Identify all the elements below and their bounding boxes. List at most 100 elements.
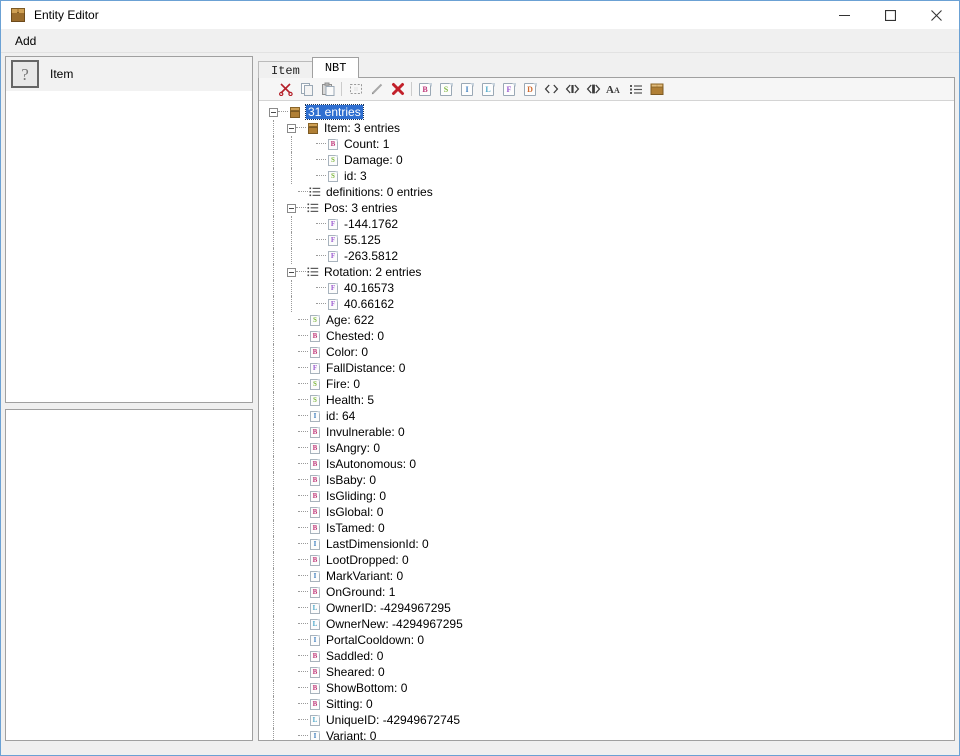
add-longarray-button[interactable] <box>583 79 604 99</box>
tree-node[interactable]: Item: 3 entries <box>259 120 954 136</box>
tree-connector <box>298 319 308 321</box>
tree-node[interactable]: Sid: 3 <box>259 168 954 184</box>
cut-button[interactable] <box>275 79 296 99</box>
tree-connector <box>298 671 308 673</box>
tree-guide-line <box>273 392 275 408</box>
copy-button[interactable] <box>296 79 317 99</box>
tree-node[interactable]: B OnGround: 1 <box>259 584 954 600</box>
pencil-icon <box>370 82 384 96</box>
edit-button[interactable] <box>366 79 387 99</box>
entity-label: Item <box>50 67 74 81</box>
tree-node[interactable]: B IsGlobal: 0 <box>259 504 954 520</box>
tree-node[interactable]: B Color: 0 <box>259 344 954 360</box>
tree-node[interactable]: F FallDistance: 0 <box>259 360 954 376</box>
properties-panel[interactable] <box>5 409 253 741</box>
entity-list[interactable]: ? Item <box>5 56 253 403</box>
tree-connector <box>296 207 306 209</box>
add-long-button[interactable]: L <box>478 79 499 99</box>
add-byte-button[interactable]: B <box>415 79 436 99</box>
tree-node[interactable]: I PortalCooldown: 0 <box>259 632 954 648</box>
tree-connector <box>298 687 308 689</box>
tree-node-label: Chested: 0 <box>326 329 385 343</box>
tree-node[interactable]: B Sitting: 0 <box>259 696 954 712</box>
maximize-button[interactable] <box>867 1 913 29</box>
tree-node[interactable]: I LastDimensionId: 0 <box>259 536 954 552</box>
tree-collapse-toggle[interactable] <box>287 267 296 277</box>
tree-connector <box>298 367 308 369</box>
tree-node-label: PortalCooldown: 0 <box>326 633 425 647</box>
tree-node[interactable]: I Variant: 0 <box>259 728 954 740</box>
tag-b-icon: B <box>309 682 321 695</box>
tree-connector <box>298 575 308 577</box>
tree-node[interactable]: B IsTamed: 0 <box>259 520 954 536</box>
tree-collapse-toggle[interactable] <box>269 107 278 117</box>
tree-node[interactable]: F -144.1762 <box>259 216 954 232</box>
tree-node[interactable]: F 55.125 <box>259 232 954 248</box>
tree-node[interactable]: B IsAutonomous: 0 <box>259 456 954 472</box>
tree-node-label: 40.66162 <box>344 297 395 311</box>
tree-guide-line <box>273 648 275 664</box>
list-item[interactable]: ? Item <box>6 57 252 91</box>
add-int-button[interactable]: I <box>457 79 478 99</box>
tree-node[interactable]: L OwnerNew: -4294967295 <box>259 616 954 632</box>
add-list-button[interactable] <box>625 79 646 99</box>
add-string-button[interactable]: AA <box>604 79 625 99</box>
tree-node[interactable]: Pos: 3 entries <box>259 200 954 216</box>
tag-i-icon: I <box>309 410 321 423</box>
paste-icon <box>321 82 335 96</box>
tree-node[interactable]: definitions: 0 entries <box>259 184 954 200</box>
tree-node[interactable]: Rotation: 2 entries <box>259 264 954 280</box>
tree-node[interactable]: B ShowBottom: 0 <box>259 680 954 696</box>
tag-l-icon: L <box>309 602 321 615</box>
doc-b-icon: B <box>419 82 432 96</box>
tree-node[interactable]: B LootDropped: 0 <box>259 552 954 568</box>
tree-node[interactable]: I MarkVariant: 0 <box>259 568 954 584</box>
delete-button[interactable] <box>387 79 408 99</box>
tree-node[interactable]: S Damage: 0 <box>259 152 954 168</box>
add-double-button[interactable]: D <box>520 79 541 99</box>
tree-node[interactable]: F 40.66162 <box>259 296 954 312</box>
tree-connector <box>278 111 288 113</box>
tree-node[interactable]: F 40.16573 <box>259 280 954 296</box>
add-short-button[interactable]: S <box>436 79 457 99</box>
minimize-button[interactable] <box>821 1 867 29</box>
tree-node[interactable]: B IsBaby: 0 <box>259 472 954 488</box>
add-bytearray-button[interactable] <box>541 79 562 99</box>
tab-nbt[interactable]: NBT <box>311 57 360 78</box>
add-compound-button[interactable] <box>646 79 667 99</box>
tree-node[interactable]: L OwnerID: -4294967295 <box>259 600 954 616</box>
close-button[interactable] <box>913 1 959 29</box>
tree-node[interactable]: B Sheared: 0 <box>259 664 954 680</box>
tree-node[interactable]: B Chested: 0 <box>259 328 954 344</box>
tree-node-label: Variant: 0 <box>326 729 377 740</box>
tree-node[interactable]: 31 entries <box>259 104 954 120</box>
tree-collapse-toggle[interactable] <box>287 123 296 133</box>
tree-node[interactable]: L UniqueID: -42949672745 <box>259 712 954 728</box>
tree-node[interactable]: S Health: 5 <box>259 392 954 408</box>
tree-guide-line <box>273 664 275 680</box>
tree-collapse-toggle[interactable] <box>287 203 296 213</box>
tree-connector <box>298 639 308 641</box>
tree-node[interactable]: B IsGliding: 0 <box>259 488 954 504</box>
menu-add[interactable]: Add <box>6 32 45 50</box>
tree-node[interactable]: B IsAngry: 0 <box>259 440 954 456</box>
tree-node[interactable]: S Fire: 0 <box>259 376 954 392</box>
tree-guide-line <box>273 232 275 248</box>
tree-guide-line <box>273 248 275 264</box>
tab-item[interactable]: Item <box>258 61 313 78</box>
paste-button[interactable] <box>317 79 338 99</box>
add-float-button[interactable]: F <box>499 79 520 99</box>
tree-node[interactable]: Iid: 64 <box>259 408 954 424</box>
tree-node[interactable]: F -263.5812 <box>259 248 954 264</box>
tree-node[interactable]: B Invulnerable: 0 <box>259 424 954 440</box>
tree-guide-line <box>273 616 275 632</box>
nbt-tree[interactable]: 31 entries Item: 3 entries B Count: 1 S Damag… <box>259 101 954 740</box>
tree-node[interactable]: B Count: 1 <box>259 136 954 152</box>
tree-node[interactable]: S Age: 622 <box>259 312 954 328</box>
question-mark-thumb-icon: ? <box>11 60 39 88</box>
tree-connector <box>316 303 326 305</box>
add-intarray-button[interactable] <box>562 79 583 99</box>
tree-node[interactable]: B Saddled: 0 <box>259 648 954 664</box>
tree-guide-line <box>273 584 275 600</box>
select-button[interactable] <box>345 79 366 99</box>
